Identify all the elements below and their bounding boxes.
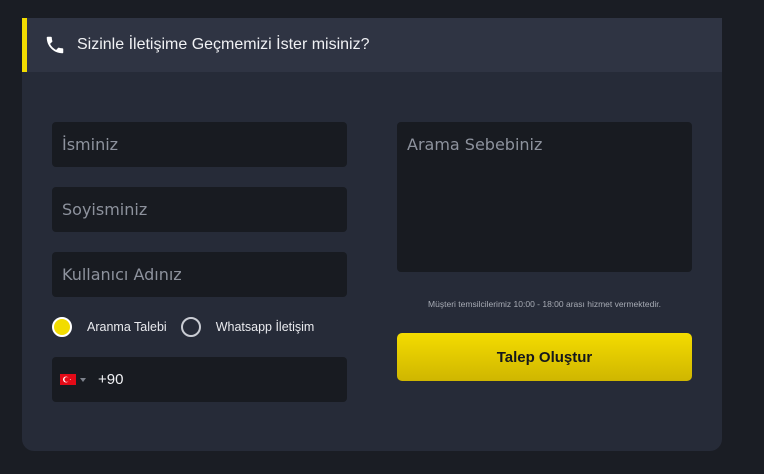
- radio-label-call-request: Aranma Talebi: [87, 320, 167, 334]
- phone-number-field[interactable]: +90: [52, 357, 347, 402]
- radio-label-whatsapp: Whatsapp İletişim: [215, 320, 315, 334]
- turkey-flag-icon[interactable]: [60, 374, 76, 385]
- contact-request-card: Sizinle İletişime Geçmemizi İster misini…: [22, 18, 722, 451]
- first-name-input[interactable]: [52, 122, 347, 167]
- card-title: Sizinle İletişime Geçmemizi İster misini…: [77, 36, 370, 53]
- radio-button-unchecked[interactable]: [180, 317, 201, 337]
- radio-option-call-request[interactable]: Aranma Talebi: [52, 317, 167, 337]
- phone-icon: [44, 34, 66, 56]
- call-reason-textarea[interactable]: [397, 122, 692, 272]
- dial-code: +90: [98, 371, 124, 388]
- chevron-down-icon[interactable]: [80, 377, 86, 382]
- contact-method-group: Aranma Talebi Whatsapp İletişim: [52, 316, 314, 338]
- create-request-button[interactable]: Talep Oluştur: [397, 333, 692, 381]
- card-header: Sizinle İletişime Geçmemizi İster misini…: [22, 18, 722, 72]
- radio-option-whatsapp[interactable]: Whatsapp İletişim: [180, 317, 315, 337]
- working-hours-note: Müşteri temsilcilerimiz 10:00 - 18:00 ar…: [428, 299, 661, 309]
- last-name-input[interactable]: [52, 187, 347, 232]
- username-input[interactable]: [52, 252, 347, 297]
- radio-button-checked[interactable]: [52, 317, 72, 337]
